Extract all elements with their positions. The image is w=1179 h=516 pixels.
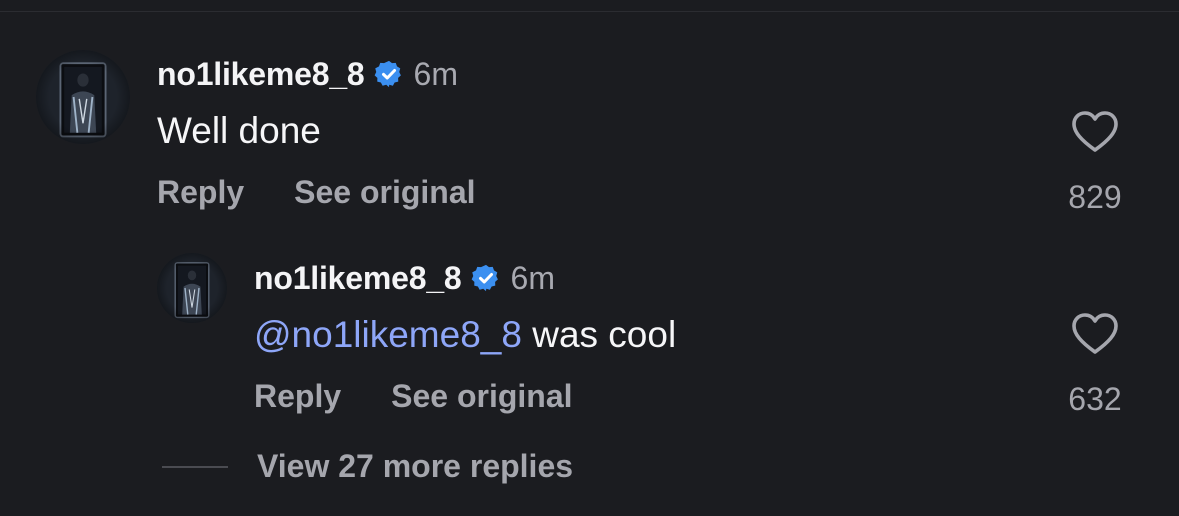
heart-outline-icon[interactable] xyxy=(1071,110,1119,154)
reply-text: @no1likeme8_8 was cool xyxy=(254,314,676,356)
reply-button[interactable]: Reply xyxy=(254,378,341,415)
view-more-replies-button[interactable]: View 27 more replies xyxy=(162,448,573,485)
comment-actions: Reply See original xyxy=(157,174,476,211)
divider xyxy=(0,11,1179,12)
see-original-button[interactable]: See original xyxy=(391,378,572,415)
timestamp: 6m xyxy=(413,55,458,92)
timestamp: 6m xyxy=(510,259,555,296)
avatar-image xyxy=(157,253,227,323)
avatar[interactable] xyxy=(36,50,130,144)
reply-button[interactable]: Reply xyxy=(157,174,244,211)
avatar[interactable] xyxy=(157,253,227,323)
mention-link[interactable]: @no1likeme8_8 xyxy=(254,314,522,355)
comment-thread: no1likeme8_8 6m Well done Reply See orig… xyxy=(0,0,1179,516)
verified-badge-icon xyxy=(374,59,404,89)
comment-text: Well done xyxy=(157,110,321,151)
heart-outline-icon[interactable] xyxy=(1071,312,1119,356)
view-more-replies-label: View 27 more replies xyxy=(257,448,574,484)
verified-badge-icon xyxy=(471,263,501,293)
like-control: 632 xyxy=(1055,312,1135,418)
like-control: 829 xyxy=(1055,110,1135,216)
username[interactable]: no1likeme8_8 xyxy=(157,56,365,93)
reply-header: no1likeme8_8 6m xyxy=(254,258,555,298)
reply-body: was cool xyxy=(521,314,677,355)
comment-header: no1likeme8_8 6m xyxy=(157,54,458,94)
see-original-button[interactable]: See original xyxy=(294,174,475,211)
like-count: 632 xyxy=(1068,381,1122,417)
avatar-image xyxy=(36,50,130,144)
reply-actions: Reply See original xyxy=(254,378,573,415)
username[interactable]: no1likeme8_8 xyxy=(254,260,462,297)
thread-line xyxy=(162,465,228,468)
like-count: 829 xyxy=(1068,179,1122,215)
